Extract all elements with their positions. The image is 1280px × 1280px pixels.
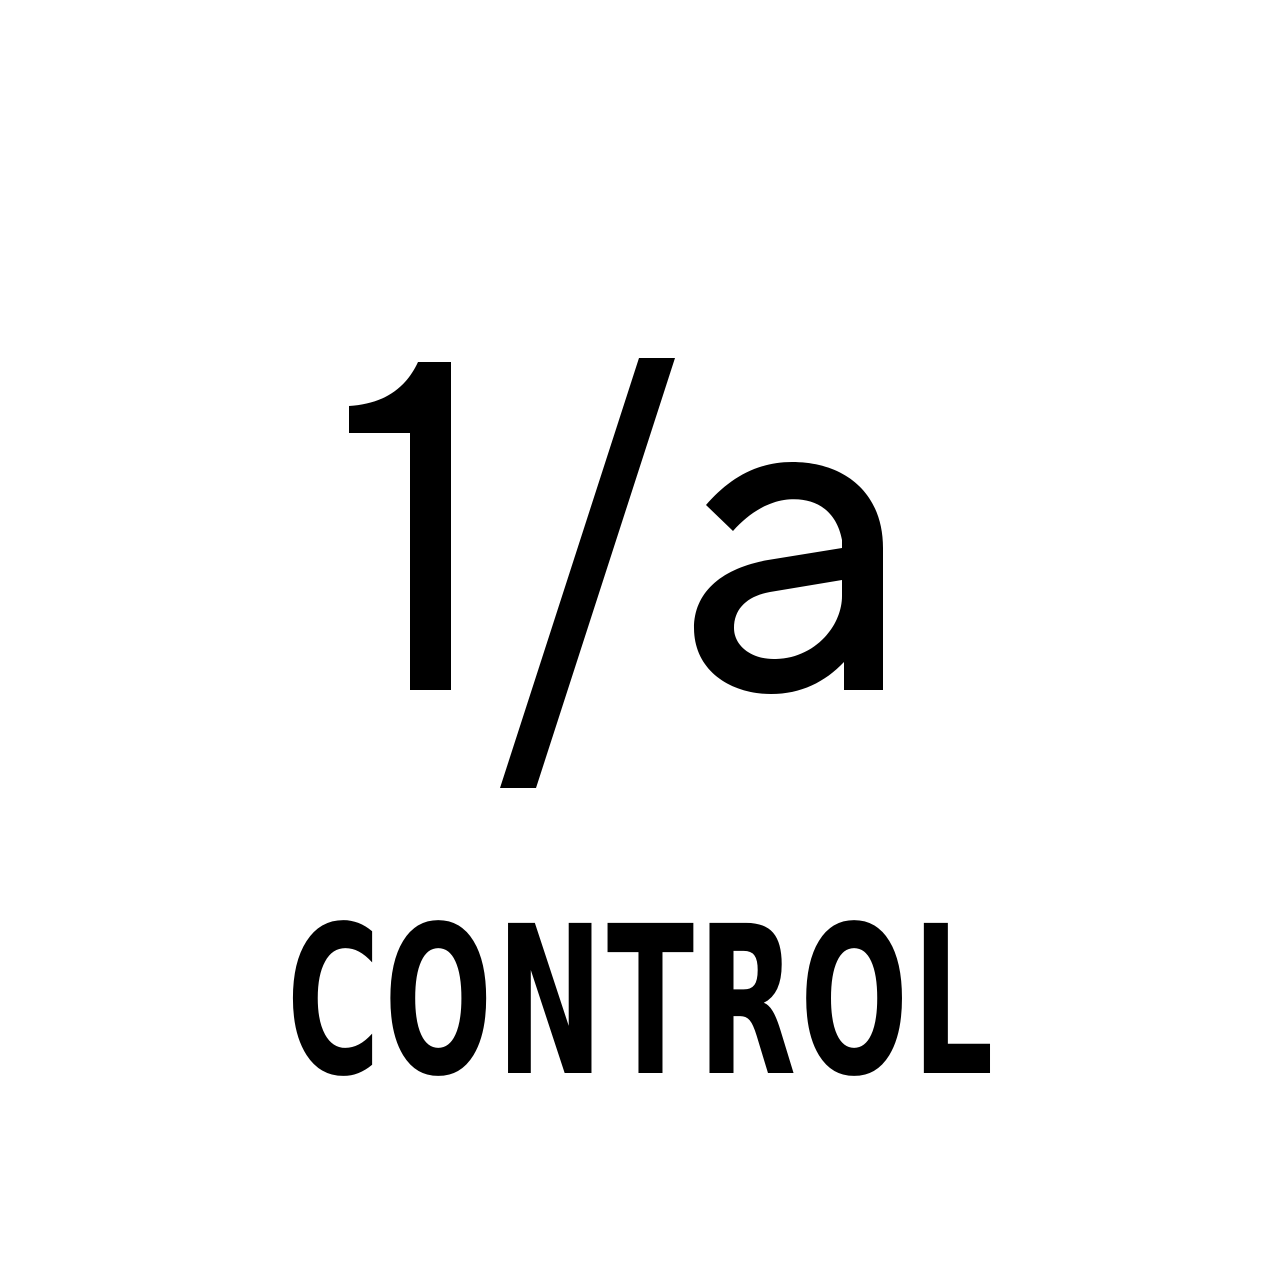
caption-control: CONTROL (286, 882, 998, 1122)
letter-a-glyph (694, 462, 883, 694)
icon-card: CONTROL (0, 0, 1280, 1280)
slash-glyph (500, 358, 675, 788)
digit-one-glyph (349, 362, 451, 690)
